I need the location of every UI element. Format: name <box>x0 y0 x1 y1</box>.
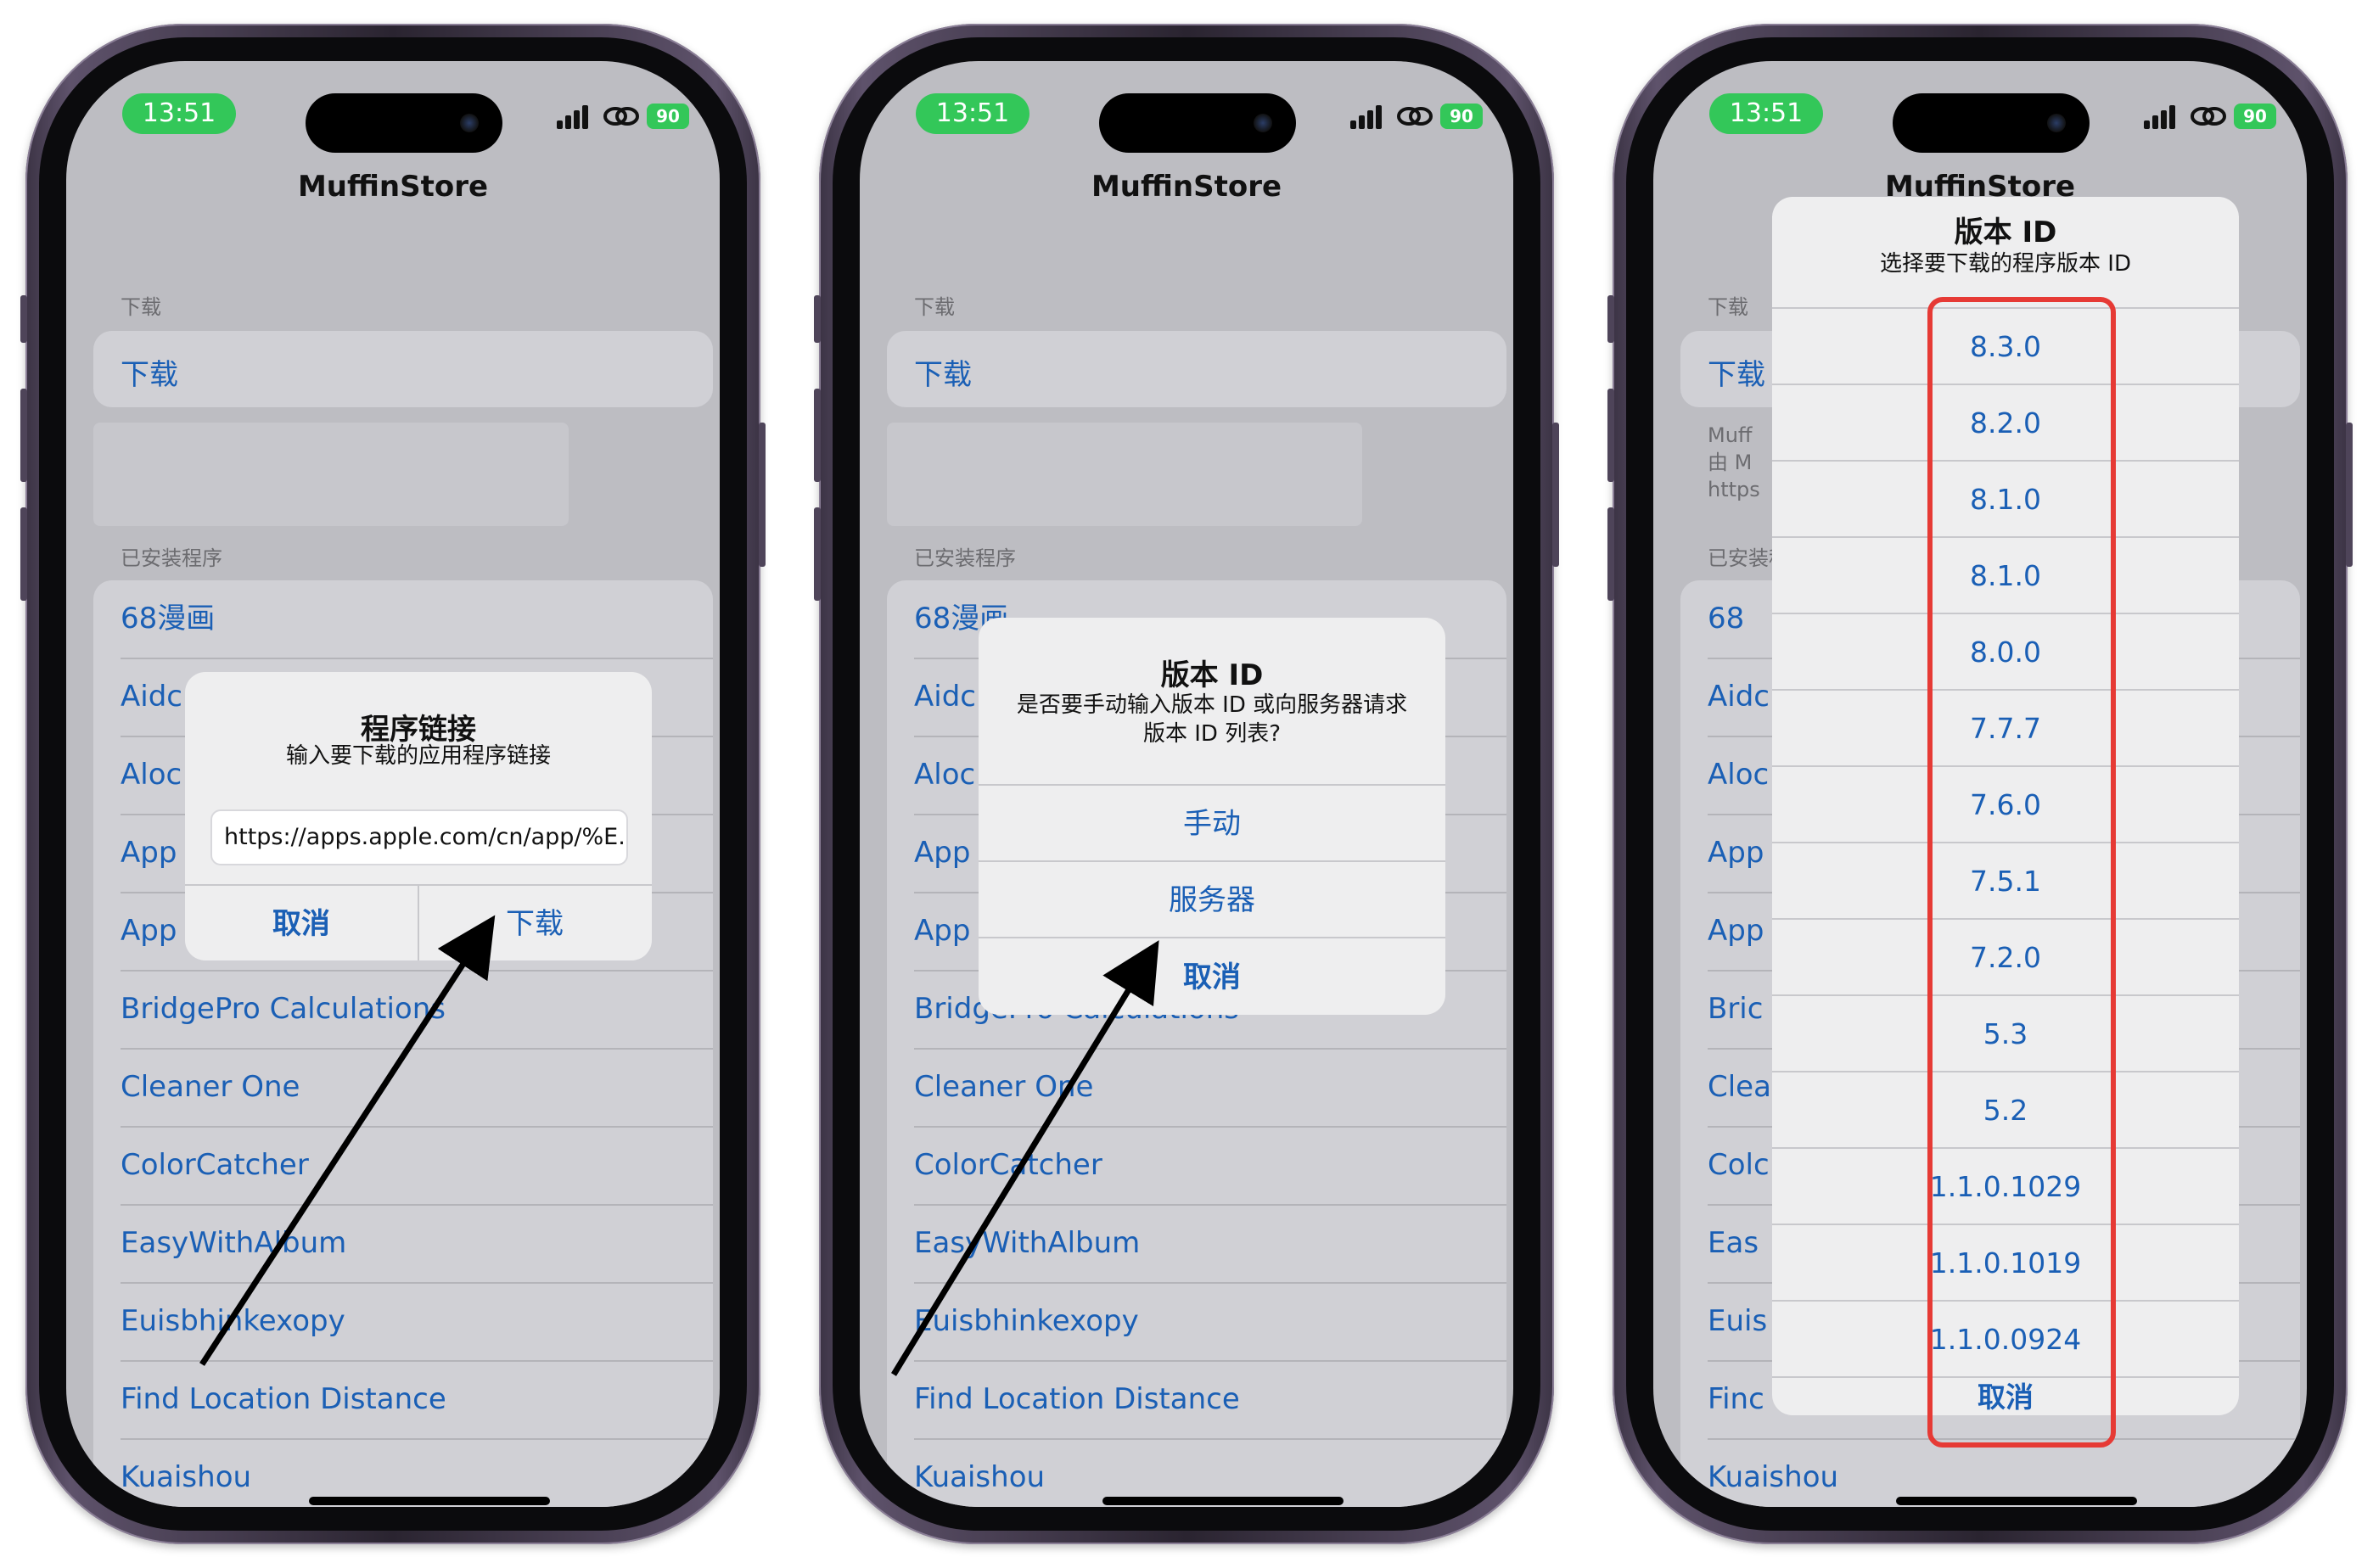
app-link-input[interactable]: https://apps.apple.com/cn/app/%E... <box>210 809 628 865</box>
section-header-installed: 已安装程序 <box>914 546 1016 570</box>
list-item[interactable]: ColorCatcher <box>914 1127 1506 1206</box>
alert-title: 版本 ID <box>1160 658 1264 692</box>
phone-frame-2: 13:51 90 MuffinStore 下载 下载 已安装程序 68漫画 Ai… <box>814 24 1559 1544</box>
home-indicator <box>309 1497 550 1505</box>
list-item[interactable]: ColorCatcher <box>121 1127 713 1206</box>
time-pill: 13:51 <box>916 93 1029 134</box>
nav-title: MuffinStore <box>297 170 489 204</box>
download-cell[interactable]: 下载 <box>93 331 713 407</box>
dynamic-island <box>306 93 502 153</box>
footer-line-1: Muff <box>1708 423 1753 447</box>
cancel-button[interactable]: 取消 <box>979 937 1445 1015</box>
list-item[interactable]: Euisbhinkexopy <box>914 1283 1506 1362</box>
list-item[interactable]: Euisbhinkexopy <box>121 1283 713 1362</box>
footer-line-2: 由 M <box>1708 451 1753 474</box>
list-item[interactable]: Find Location Distance <box>121 1361 713 1440</box>
phone-frame-3: 13:51 90 MuffinStore 下载 下载 Muff 由 M http… <box>1607 24 2353 1544</box>
battery-icon: 90 <box>647 104 689 129</box>
dynamic-island <box>1099 93 1296 153</box>
time-pill: 13:51 <box>122 93 236 134</box>
download-button[interactable]: 下载 <box>418 884 652 960</box>
section-header-download: 下载 <box>914 295 955 319</box>
download-cell-label: 下载 <box>1708 358 1765 392</box>
alert-title: 版本 ID <box>1954 216 2057 249</box>
section-header-download: 下载 <box>121 295 161 319</box>
footer-placeholder <box>93 423 569 526</box>
list-item[interactable]: EasyWithAlbum <box>121 1205 713 1284</box>
download-cell-label: 下载 <box>914 358 972 392</box>
download-cell-label: 下载 <box>121 358 178 392</box>
battery-icon: 90 <box>2234 104 2276 129</box>
signal-icon <box>557 105 594 129</box>
download-cell[interactable]: 下载 <box>887 331 1506 407</box>
link-icon <box>603 107 639 126</box>
link-icon <box>2191 107 2226 126</box>
cancel-button[interactable]: 取消 <box>185 884 418 960</box>
list-item[interactable]: 68漫画 <box>121 580 713 659</box>
footer-placeholder <box>887 423 1362 526</box>
list-item[interactable]: Cleaner One <box>914 1049 1506 1128</box>
phone-frame-1: 13:51 90 MuffinStore 下载 下载 已安装程序 68漫画 Ai… <box>20 24 766 1544</box>
time-pill: 13:51 <box>1709 93 1823 134</box>
section-header-download: 下载 <box>1708 295 1748 319</box>
list-item[interactable]: Find Location Distance <box>914 1361 1506 1440</box>
battery-icon: 90 <box>1440 104 1483 129</box>
alert-message: 输入要下载的应用程序链接 <box>285 743 551 769</box>
app-link-alert: 程序链接 输入要下载的应用程序链接 https://apps.apple.com… <box>185 672 652 960</box>
signal-icon <box>2144 105 2181 129</box>
dynamic-island <box>1893 93 2090 153</box>
footer-line-3: https <box>1708 478 1760 501</box>
server-button[interactable]: 服务器 <box>979 860 1445 938</box>
highlight-box <box>1927 297 2116 1448</box>
screen-3: 13:51 90 MuffinStore 下载 下载 Muff 由 M http… <box>1653 61 2307 1507</box>
link-icon <box>1397 107 1433 126</box>
section-header-installed: 已安装程序 <box>121 546 222 570</box>
list-item[interactable]: BridgePro Calculations <box>121 971 713 1050</box>
alert-message: 选择要下载的程序版本 ID <box>1880 251 2131 277</box>
nav-title: MuffinStore <box>1091 170 1282 204</box>
screen-2: 13:51 90 MuffinStore 下载 下载 已安装程序 68漫画 Ai… <box>860 61 1513 1507</box>
list-item[interactable]: EasyWithAlbum <box>914 1205 1506 1284</box>
home-indicator <box>1102 1497 1344 1505</box>
manual-button[interactable]: 手动 <box>979 784 1445 862</box>
alert-message-line2: 版本 ID 列表? <box>1142 721 1282 747</box>
list-item[interactable]: Cleaner One <box>121 1049 713 1128</box>
version-id-alert: 版本 ID 是否要手动输入版本 ID 或向服务器请求 版本 ID 列表? 手动 … <box>979 618 1445 1015</box>
screen-1: 13:51 90 MuffinStore 下载 下载 已安装程序 68漫画 Ai… <box>66 61 720 1507</box>
home-indicator <box>1896 1497 2137 1505</box>
alert-message-line1: 是否要手动输入版本 ID 或向服务器请求 <box>1016 692 1408 718</box>
signal-icon <box>1350 105 1388 129</box>
